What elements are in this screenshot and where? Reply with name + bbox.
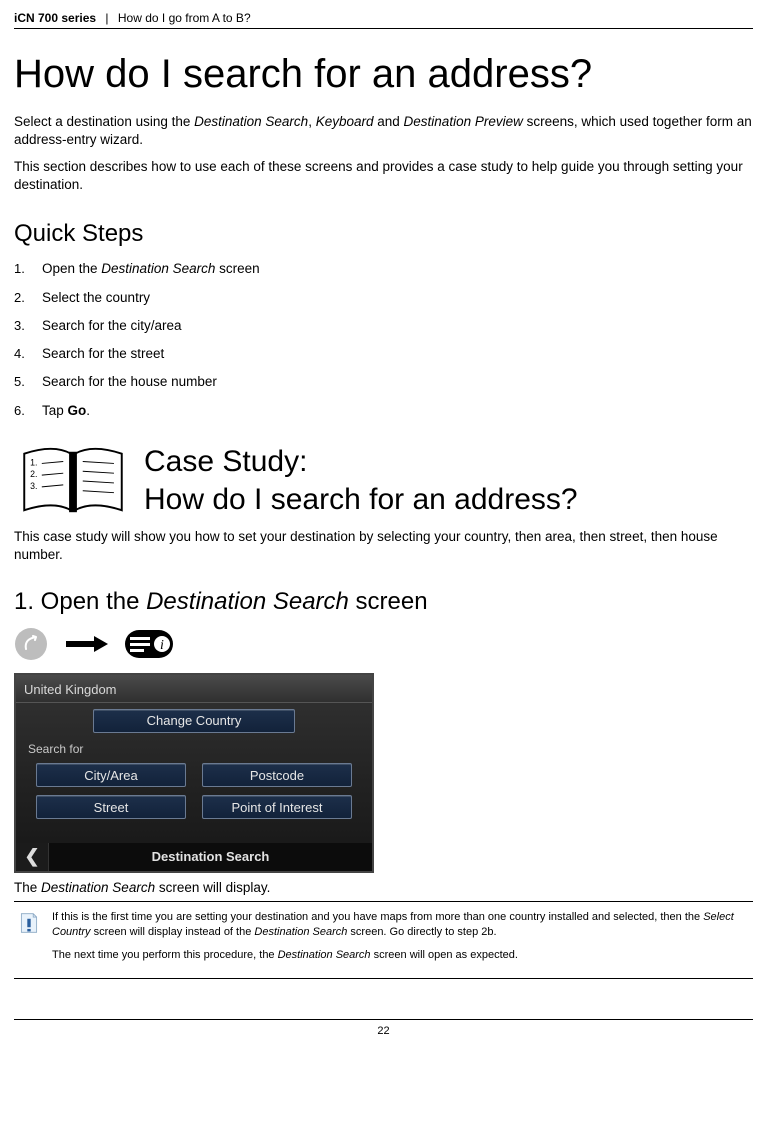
text: screen will open as expected.: [371, 949, 518, 961]
device-screenshot: United Kingdom Change Country Search for…: [14, 673, 374, 873]
svg-text:2.: 2.: [30, 469, 37, 479]
step-text: Search for the house number: [42, 373, 217, 391]
case-study-heading: 1. 2. 3. Case Study: How do I search for…: [14, 442, 753, 520]
divider: [14, 978, 753, 979]
street-button[interactable]: Street: [36, 795, 186, 819]
text-ital: Destination Search: [146, 588, 349, 615]
note-body: If this is the first time you are settin…: [52, 910, 749, 971]
step-1-heading: 1. Open the Destination Search screen: [14, 586, 753, 618]
note-paragraph-2: The next time you perform this procedure…: [52, 948, 749, 963]
back-button[interactable]: ❮: [16, 843, 49, 871]
step-text: Search for the city/area: [42, 317, 182, 335]
quick-steps-heading: Quick Steps: [14, 218, 753, 250]
text-ital: Destination Search: [41, 880, 155, 895]
note-block: If this is the first time you are settin…: [14, 904, 753, 977]
running-header: iCN 700 series | How do I go from A to B…: [14, 10, 753, 29]
case-study-question: How do I search for an address?: [144, 483, 578, 516]
step-number: 2.: [14, 289, 42, 307]
text: Open the: [42, 261, 101, 276]
note-icon: [18, 912, 40, 934]
text: The: [14, 880, 41, 895]
search-for-label: Search for: [28, 741, 83, 757]
device-country-label: United Kingdom: [16, 675, 372, 704]
term-destination-preview: Destination Preview: [404, 114, 523, 129]
device-footer: ❮ Destination Search: [16, 843, 372, 871]
step-number: 3.: [14, 317, 42, 335]
screenshot-caption: The Destination Search screen will displ…: [14, 879, 753, 897]
screen-title: Destination Search: [49, 848, 372, 866]
text: Select a destination using the: [14, 114, 194, 129]
step-number: 6.: [14, 402, 42, 420]
svg-text:i: i: [160, 638, 164, 653]
case-study-intro: This case study will show you how to set…: [14, 528, 753, 564]
change-country-button[interactable]: Change Country: [93, 709, 295, 733]
intro-paragraph-1: Select a destination using the Destinati…: [14, 113, 753, 149]
svg-text:1.: 1.: [30, 457, 37, 467]
page-number: 22: [14, 1019, 753, 1039]
text-ital: Destination Search: [278, 949, 371, 961]
arrow-right-icon: [64, 634, 108, 654]
text: screen. Go directly to step 2b.: [347, 926, 496, 938]
text: and: [374, 114, 404, 129]
nav-icon-sequence: i: [14, 627, 753, 661]
postcode-button[interactable]: Postcode: [202, 763, 352, 787]
intro-paragraph-2: This section describes how to use each o…: [14, 158, 753, 194]
chapter-name: How do I go from A to B?: [118, 11, 251, 25]
list-item: 5. Search for the house number: [14, 373, 753, 391]
text: screen: [349, 588, 428, 615]
text: 1. Open the: [14, 588, 146, 615]
text: screen will display instead of the: [91, 926, 255, 938]
home-icon: [14, 627, 48, 661]
text-bold: Go: [68, 403, 87, 418]
list-item: 2. Select the country: [14, 289, 753, 307]
term-destination-search: Destination Search: [194, 114, 308, 129]
text: ,: [308, 114, 316, 129]
step-text: Open the Destination Search screen: [42, 260, 260, 278]
svg-text:3.: 3.: [30, 481, 37, 491]
step-number: 4.: [14, 345, 42, 363]
step-text: Search for the street: [42, 345, 164, 363]
text-ital: Destination Search: [254, 926, 347, 938]
case-study-title: Case Study: How do I search for an addre…: [144, 443, 578, 518]
divider: [14, 901, 753, 902]
point-of-interest-button[interactable]: Point of Interest: [202, 795, 352, 819]
list-item: 1. Open the Destination Search screen: [14, 260, 753, 278]
text: The next time you perform this procedure…: [52, 949, 278, 961]
step-number: 5.: [14, 373, 42, 391]
case-study-label: Case Study:: [144, 445, 307, 478]
page-title: How do I search for an address?: [14, 47, 753, 101]
list-item: 6. Tap Go.: [14, 402, 753, 420]
destination-card-icon: i: [124, 629, 174, 659]
step-number: 1.: [14, 260, 42, 278]
open-book-icon: 1. 2. 3.: [14, 442, 132, 520]
separator: |: [105, 11, 108, 25]
note-paragraph-1: If this is the first time you are settin…: [52, 910, 749, 940]
text: .: [86, 403, 90, 418]
city-area-button[interactable]: City/Area: [36, 763, 186, 787]
series-name: iCN 700 series: [14, 11, 96, 25]
term-keyboard: Keyboard: [316, 114, 374, 129]
list-item: 4. Search for the street: [14, 345, 753, 363]
step-text: Select the country: [42, 289, 150, 307]
list-item: 3. Search for the city/area: [14, 317, 753, 335]
text: screen: [215, 261, 259, 276]
quick-steps-list: 1. Open the Destination Search screen 2.…: [14, 260, 753, 419]
text-ital: Destination Search: [101, 261, 215, 276]
text: If this is the first time you are settin…: [52, 911, 703, 923]
text: Tap: [42, 403, 68, 418]
step-text: Tap Go.: [42, 402, 90, 420]
text: screen will display.: [155, 880, 270, 895]
